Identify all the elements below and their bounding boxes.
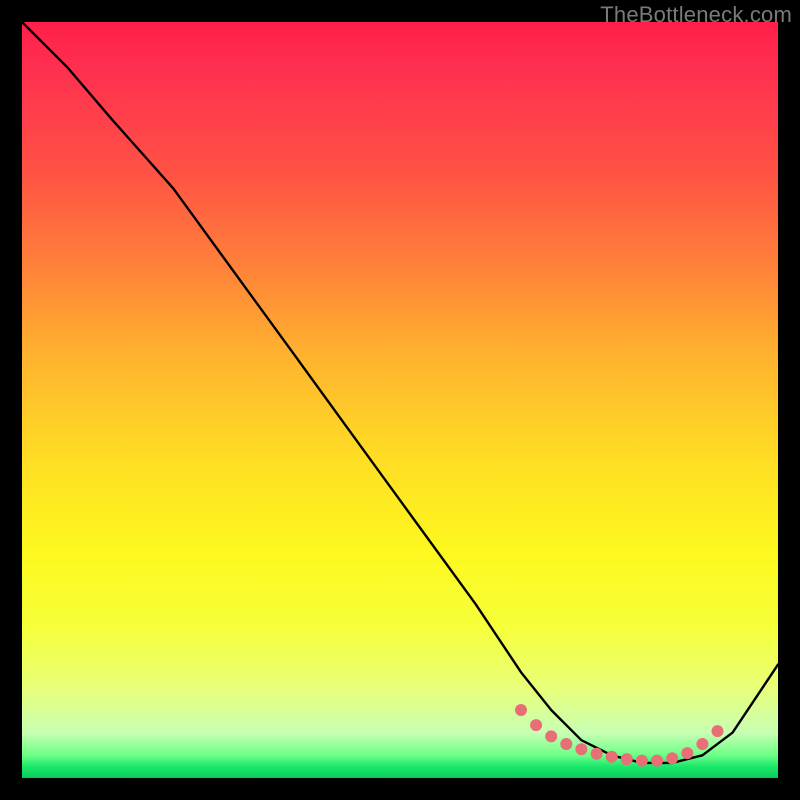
marker-dot <box>515 704 527 716</box>
marker-dot <box>621 753 633 765</box>
marker-dot <box>591 748 603 760</box>
marker-dot <box>696 738 708 750</box>
marker-dot <box>666 752 678 764</box>
marker-dot <box>636 755 648 767</box>
marker-dot <box>545 730 557 742</box>
plot-area <box>22 22 778 778</box>
marker-dot <box>651 755 663 767</box>
curve-svg <box>22 22 778 778</box>
marker-dot <box>681 747 693 759</box>
marker-dot <box>530 719 542 731</box>
chart-frame: TheBottleneck.com <box>0 0 800 800</box>
marker-dot <box>712 725 724 737</box>
marker-dot <box>560 738 572 750</box>
bottleneck-curve <box>22 22 778 763</box>
marker-dot <box>575 743 587 755</box>
marker-dot <box>606 751 618 763</box>
